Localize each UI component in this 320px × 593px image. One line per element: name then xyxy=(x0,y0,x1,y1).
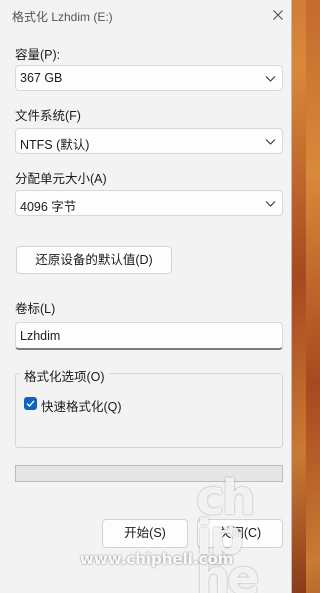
close-icon xyxy=(273,10,283,20)
close-window-button[interactable] xyxy=(264,2,292,28)
allocation-value: 4096 字节 xyxy=(20,200,77,214)
quick-format-checkbox[interactable] xyxy=(24,397,37,410)
capacity-value: 367 GB xyxy=(20,71,63,85)
format-dialog: 格式化 Lzhdim (E:) 容量(P): 367 GB 文件系统(F) NT… xyxy=(0,0,292,593)
start-button[interactable]: 开始(S) xyxy=(102,519,188,548)
capacity-select[interactable]: 367 GB xyxy=(15,65,283,91)
chevron-down-icon xyxy=(265,76,276,82)
allocation-select[interactable]: 4096 字节 xyxy=(15,190,283,216)
window-title: 格式化 Lzhdim (E:) xyxy=(12,10,113,24)
format-progress-bar xyxy=(15,465,283,482)
restore-defaults-button[interactable]: 还原设备的默认值(D) xyxy=(16,246,172,274)
volume-label-input[interactable]: Lzhdim xyxy=(15,322,283,350)
title-bar: 格式化 Lzhdim (E:) xyxy=(0,0,292,32)
volume-label-value: Lzhdim xyxy=(20,329,61,343)
chevron-down-icon xyxy=(265,139,276,145)
quick-format-label[interactable]: 快速格式化(Q) xyxy=(41,396,122,415)
format-options-label: 格式化选项(O) xyxy=(20,366,109,385)
allocation-label: 分配单元大小(A) xyxy=(15,172,107,186)
checkmark-icon xyxy=(26,400,35,408)
filesystem-value: NTFS (默认) xyxy=(20,138,90,152)
volume-label: 卷标(L) xyxy=(15,302,56,316)
close-button[interactable]: 关闭(C) xyxy=(197,519,283,548)
filesystem-label: 文件系统(F) xyxy=(15,109,81,123)
capacity-label: 容量(P): xyxy=(15,48,61,62)
chevron-down-icon xyxy=(265,201,276,207)
filesystem-select[interactable]: NTFS (默认) xyxy=(15,128,283,154)
